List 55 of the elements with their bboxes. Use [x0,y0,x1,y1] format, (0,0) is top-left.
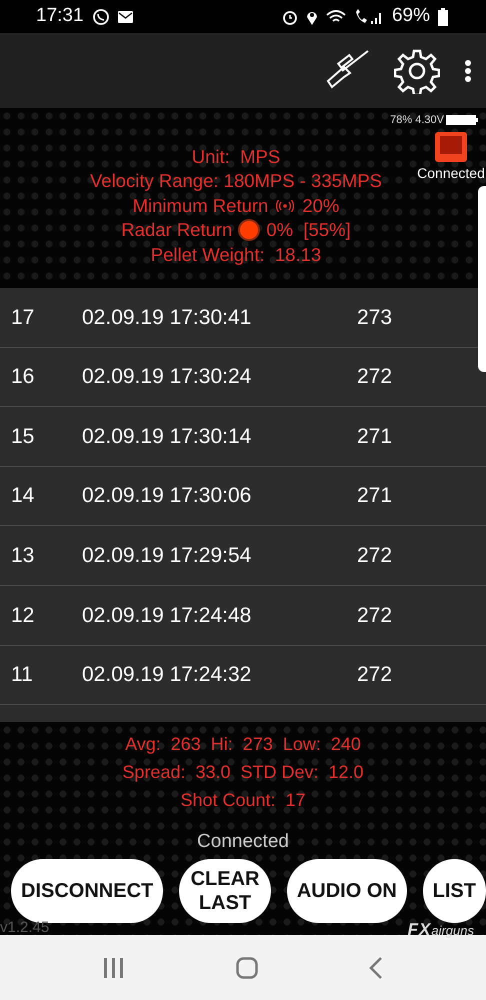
action-button[interactable]: DISCONNECT [11,858,164,922]
stats-text: Shot Count: 17 [180,790,306,810]
action-button[interactable]: CLEAR LAST [179,858,272,922]
shot-velocity: 271 [357,424,392,450]
broadcast-icon [276,200,294,212]
clock-time: 17:31 [36,4,84,28]
action-button[interactable]: AUDIO ON [286,858,407,922]
recent-apps-icon[interactable] [103,958,126,978]
shot-number: 11 [10,662,34,688]
brand-logo: FXairguns [408,921,474,939]
home-icon[interactable] [236,956,258,978]
shot-velocity: 272 [357,662,392,688]
shot-number: 16 [10,364,36,390]
signal-icon [354,8,384,24]
shot-time: 02.09.19 17:24:48 [82,602,252,629]
device-status: Connected [417,164,485,182]
shot-time: 02.09.19 17:30:14 [82,424,252,450]
connection-status: Connected [197,831,289,852]
info-label: Minimum Return [132,194,268,218]
alarm-icon [282,8,298,24]
info-label: Radar Return [121,218,232,242]
shot-time: 02.09.19 17:29:54 [82,542,252,569]
shot-time: 02.09.19 17:30:24 [82,364,252,390]
shot-time: 02.09.19 17:30:06 [82,483,252,510]
device-battery-reading: 78% 4.30V [390,113,444,128]
wifi-icon [326,8,346,24]
shot-velocity: 272 [357,364,392,390]
shot-number: 17 [10,304,36,331]
shot-velocity: 271 [357,483,392,510]
shot-time: 02.09.19 17:30:41 [82,304,252,331]
back-icon[interactable] [368,956,383,978]
info-value: 0% [55%] [266,218,351,242]
stats-text: Avg: 263 Hi: 273 Low: 240 [125,734,361,754]
settings-icon[interactable] [394,48,440,94]
shot-velocity: 272 [357,542,392,569]
shot-number: 14 [10,483,36,510]
shot-velocity: 273 [357,304,392,331]
battery-icon [438,8,448,26]
shot-number: 15 [10,424,36,450]
stats-text: Spread: 33.0 STD Dev: 12.0 [122,762,364,782]
battery-icon [446,115,478,126]
action-button[interactable]: LIST [422,858,486,922]
info-text: Unit: MPS [192,144,280,168]
shot-number: 13 [10,542,36,569]
info-text: Pellet Weight: 18.13 [150,242,322,267]
shot-number: 12 [10,602,36,629]
mail-icon [118,10,133,22]
info-text: Velocity Range: 180MPS - 335MPS [90,169,382,193]
shot-time: 02.09.19 17:24:32 [82,662,252,688]
chat-icon [92,8,110,26]
info-value: 20% [302,194,340,218]
battery-percentage: 69% [392,4,430,28]
edge-panel-handle[interactable] [478,186,486,372]
more-options-icon[interactable] [464,58,472,82]
shot-velocity: 272 [357,602,392,629]
